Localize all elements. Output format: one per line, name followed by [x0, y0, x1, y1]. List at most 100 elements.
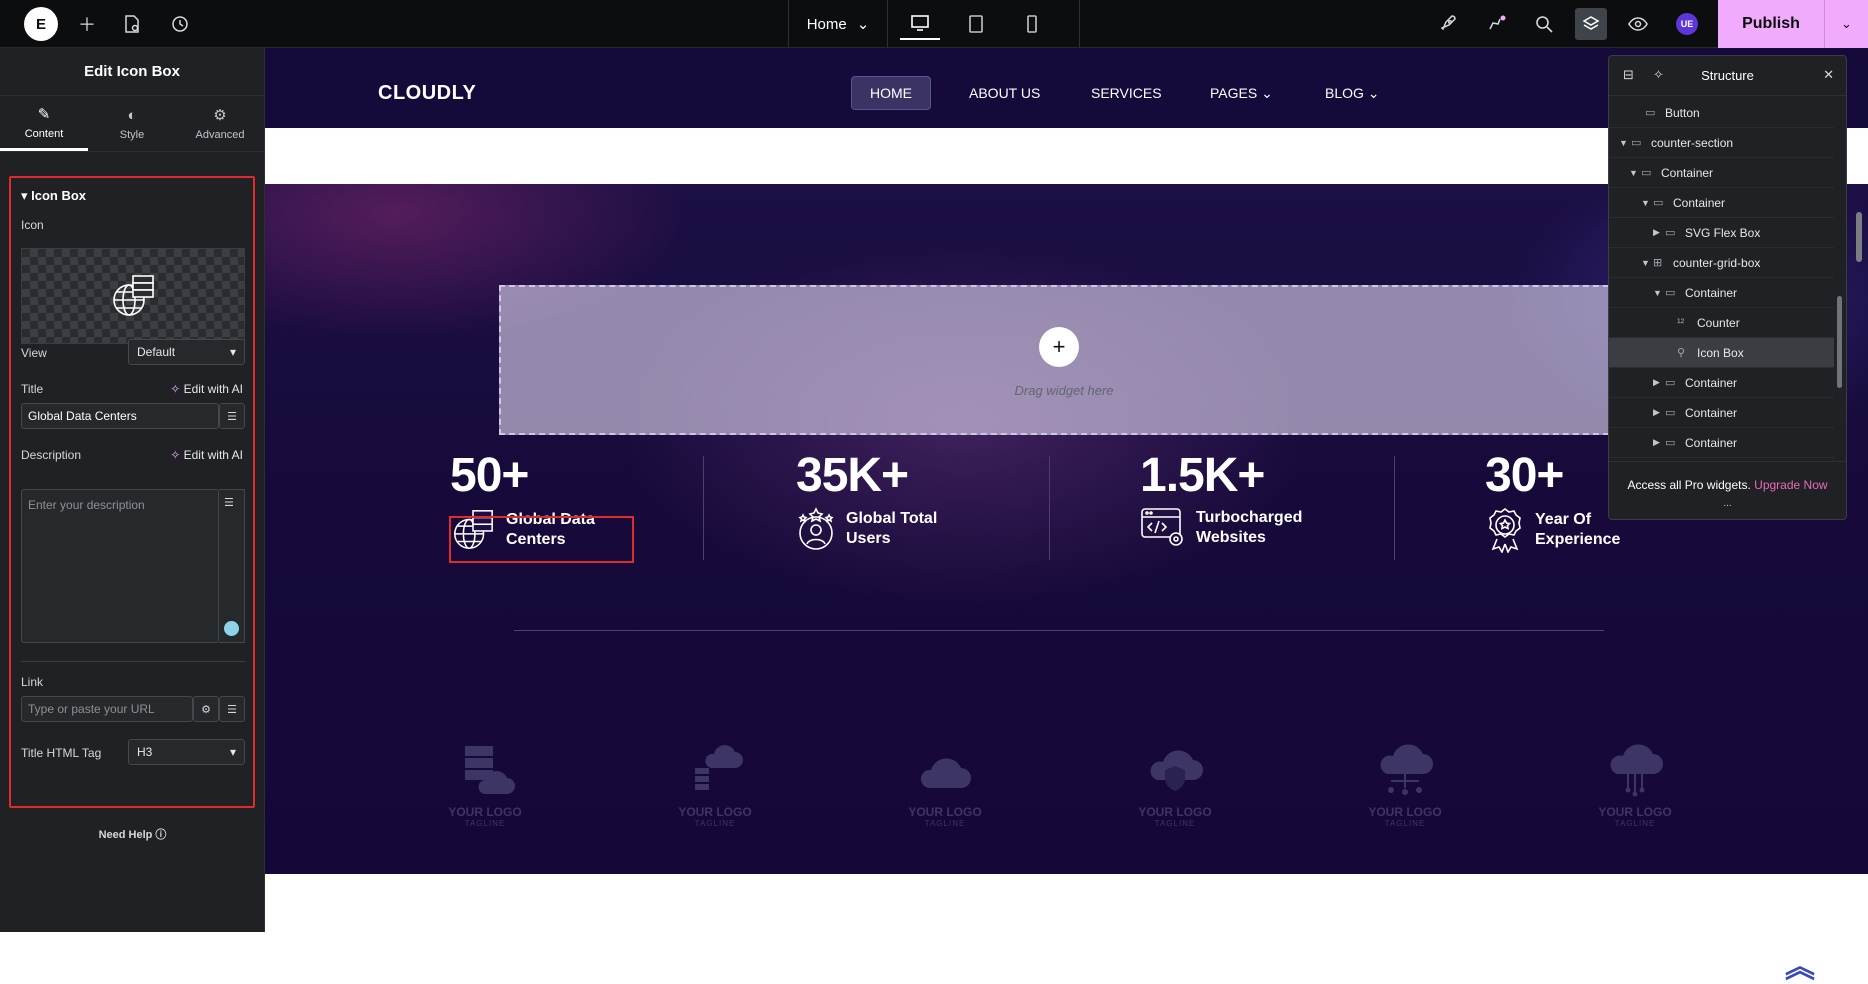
structure-item[interactable]: ▶ ▭ Container	[1609, 428, 1834, 458]
structure-item[interactable]: ▼ ▭ Container	[1609, 278, 1834, 308]
structure-item-label: counter-section	[1651, 135, 1734, 150]
container-icon: ▭	[1653, 197, 1664, 209]
structure-panel: ⊟ ✧ Structure ✕ ▭ Button ▼ ▭ counter-sectio…	[1608, 55, 1847, 520]
structure-item[interactable]: ▼ ⊞ counter-grid-box	[1609, 248, 1834, 278]
ai-sparkle-icon: ✧	[170, 382, 181, 396]
page-settings-icon[interactable]	[116, 8, 148, 40]
link-options-gear-icon[interactable]: ⚙	[193, 696, 219, 722]
add-widget-plus-icon[interactable]: +	[1039, 327, 1079, 367]
view-select[interactable]: Default ▾	[128, 339, 245, 365]
users-star-icon	[798, 507, 834, 550]
description-edit-ai-button[interactable]: ✧ Edit with AI	[170, 448, 243, 462]
nav-about[interactable]: ABOUT US	[951, 76, 1058, 110]
tab-advanced[interactable]: ⚙ Advanced	[176, 96, 264, 151]
selected-widget-outline[interactable]	[449, 516, 634, 563]
dynamic-tags-icon[interactable]: ☰	[224, 496, 234, 509]
chevron-down-icon: ⌄	[1261, 84, 1273, 101]
cloud-icon	[920, 758, 971, 788]
structure-item[interactable]: ▶ ▭ Container	[1609, 368, 1834, 398]
close-icon[interactable]: ✕	[1823, 67, 1834, 83]
dynamic-tags-icon[interactable]: ☰	[219, 403, 245, 429]
icon-picker[interactable]	[21, 248, 245, 344]
structure-item[interactable]: ¹² Counter	[1609, 308, 1834, 338]
nav-blog[interactable]: BLOG ⌄	[1307, 76, 1398, 110]
page-selector[interactable]: Home ⌄	[788, 0, 888, 48]
elementor-logo-icon[interactable]: E	[24, 7, 58, 41]
stat-label-line: Global Total	[846, 510, 938, 527]
plus-icon[interactable]: ＋	[71, 8, 103, 40]
assistant-icon[interactable]	[224, 621, 239, 636]
title-html-tag-select[interactable]: H3 ▾	[128, 739, 245, 765]
caret-right-icon: ▶	[1653, 407, 1660, 417]
page-name: Home	[806, 15, 847, 33]
structure-item-active[interactable]: ⚲ Icon Box	[1609, 338, 1834, 368]
server-cloud-icon	[465, 746, 515, 794]
structure-item[interactable]: ▶ ▭ Container	[1609, 398, 1834, 428]
structure-item[interactable]: ▶ ▭ SVG Flex Box	[1609, 218, 1834, 248]
divider	[1394, 456, 1395, 560]
layers-icon[interactable]	[1575, 8, 1607, 40]
desktop-icon[interactable]	[900, 8, 940, 40]
logo-tagline: TAGLINE	[464, 819, 506, 828]
structure-item-label: Counter	[1697, 315, 1740, 330]
publish-options-button[interactable]: ⌄	[1824, 0, 1868, 48]
structure-item[interactable]: ▼ ▭ Container	[1609, 188, 1834, 218]
tag-value: H3	[137, 745, 153, 759]
stat-item[interactable]: 1.5K+ Turbocharged Websites	[1140, 448, 1302, 549]
history-icon[interactable]	[164, 8, 196, 40]
structure-item[interactable]: ▼ ▭ counter-section	[1609, 128, 1834, 158]
nav-pages[interactable]: PAGES ⌄	[1192, 76, 1291, 110]
page-scrollbar[interactable]	[1856, 212, 1862, 262]
section-header[interactable]: ▾ Icon Box	[21, 188, 86, 204]
title-input[interactable]: Global Data Centers	[21, 403, 219, 429]
title-edit-ai-button[interactable]: ✧ Edit with AI	[170, 382, 243, 396]
stat-label-line: Turbocharged	[1196, 509, 1303, 526]
rocket-icon[interactable]	[1432, 8, 1464, 40]
button-element-icon: ▭	[1645, 107, 1656, 119]
resize-handle[interactable]: ...	[1609, 498, 1846, 509]
mobile-icon[interactable]	[1012, 8, 1052, 40]
chevron-down-icon: ⌄	[1367, 84, 1380, 101]
stat-item[interactable]: 30+ Year Of Experience	[1485, 448, 1620, 553]
notifications-icon[interactable]	[1481, 8, 1513, 40]
structure-item[interactable]: ▭ Button	[1609, 98, 1834, 128]
search-icon[interactable]	[1528, 8, 1560, 40]
preview-eye-icon[interactable]	[1622, 8, 1654, 40]
logo-tagline: TAGLINE	[1614, 819, 1656, 828]
stat-item[interactable]: 35K+ Global Total Users	[796, 448, 937, 551]
user-avatar[interactable]: UE	[1676, 13, 1698, 35]
logo-text: YOUR LOGO	[1138, 805, 1212, 819]
icon-label: Icon	[21, 218, 44, 232]
title-label: Title	[21, 382, 44, 396]
upgrade-now-link[interactable]: Upgrade Now	[1754, 478, 1827, 492]
link-input[interactable]: Type or paste your URL	[21, 696, 193, 722]
site-logo[interactable]: CLOUDLY	[378, 82, 476, 105]
nav-home[interactable]: HOME	[851, 76, 931, 110]
structure-scrollbar[interactable]	[1837, 296, 1842, 388]
logo-text: YOUR LOGO	[908, 805, 982, 819]
publish-button[interactable]: Publish	[1718, 0, 1824, 48]
gear-icon: ⚙	[213, 107, 227, 124]
tab-content[interactable]: ✎ Content	[0, 96, 88, 151]
cloud-network-icon	[1380, 744, 1433, 795]
nav-services[interactable]: SERVICES	[1073, 76, 1180, 110]
tab-style[interactable]: ◐ Style	[88, 96, 176, 151]
tablet-icon[interactable]	[956, 8, 996, 40]
structure-item[interactable]: ▼ ▭ Container	[1609, 158, 1834, 188]
dynamic-tags-icon[interactable]: ☰	[219, 696, 245, 722]
view-value: Default	[137, 345, 176, 359]
caret-right-icon: ▶	[1653, 377, 1660, 387]
caret-right-icon: ▶	[1653, 227, 1660, 237]
caret-down-icon: ▾	[229, 345, 236, 359]
caret-down-icon: ▼	[1653, 287, 1662, 298]
logo-tagline: TAGLINE	[1154, 819, 1196, 828]
nav-label: ABOUT US	[969, 85, 1041, 101]
need-help-label: Need Help	[98, 829, 153, 841]
need-help-link[interactable]: Need Help ⓘ	[0, 826, 265, 842]
description-textarea[interactable]: Enter your description	[21, 489, 219, 643]
drop-zone[interactable]: + Drag widget here	[499, 285, 1629, 435]
scroll-to-top-icon[interactable]: ︽	[1785, 953, 1815, 983]
structure-item-label: Container	[1685, 285, 1738, 300]
edit-ai-label: Edit with AI	[183, 448, 243, 462]
nav-label: SERVICES	[1091, 85, 1162, 101]
